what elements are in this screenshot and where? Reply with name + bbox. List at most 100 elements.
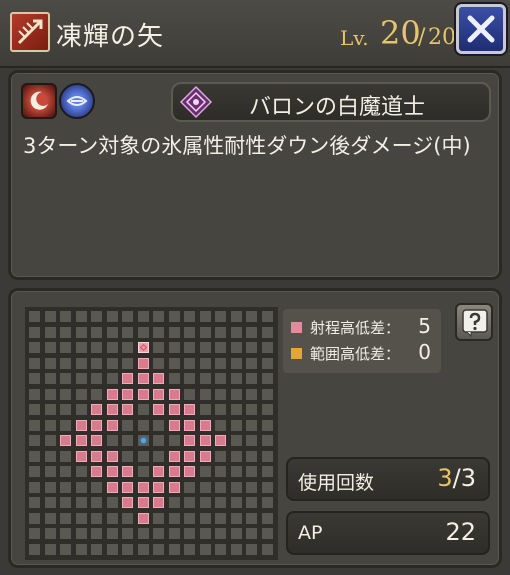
range-tile-hit [153,373,164,384]
legend-value: 0 [418,340,431,364]
range-tile-hit [91,450,102,462]
range-tile [75,326,87,338]
skill-name: 凍輝の矢 [56,22,165,52]
range-tile [106,528,118,539]
range-tile [199,357,211,369]
range-tile [91,497,102,508]
range-tile-hit [168,466,180,477]
range-tile-hit [60,435,71,446]
range-tile [230,450,242,462]
skill-header: 凍輝の矢 Lv. 20 / 20 [0,0,510,68]
range-tile [184,357,195,369]
close-icon [467,15,495,43]
range-tile [44,404,56,415]
range-tile-hit [153,388,164,400]
white-mage-emblem-icon [179,85,213,119]
range-tile [168,326,180,338]
range-tile [215,388,226,400]
range-tile-hit [122,481,133,493]
target-marker [139,343,147,352]
range-tile-hit [106,404,118,415]
range-tile [184,497,195,508]
range-tile [168,543,180,555]
range-tile-hit [168,388,180,400]
range-tile [199,404,211,415]
level-current: 20 [380,14,421,52]
range-tile [91,326,102,338]
range-tile [60,311,71,322]
range-tile [246,497,257,508]
range-tile [106,543,118,555]
range-tile-hit [199,435,211,446]
range-tile [199,342,211,353]
range-tile [137,528,149,539]
range-tile [215,357,226,369]
legend-value: 5 [418,314,431,338]
range-tile [261,512,273,524]
range-tile [246,326,257,338]
range-tile [137,342,149,353]
range-tile [153,512,164,524]
range-tile-hit [122,373,133,384]
range-tile [246,481,257,493]
range-tile [230,311,242,322]
range-tile [230,404,242,415]
range-tile [91,512,102,524]
range-tile [106,342,118,353]
range-tile [246,543,257,555]
range-tile [29,357,40,369]
range-tile [75,311,87,322]
range-tile [246,404,257,415]
range-tile-hit [137,481,149,493]
range-tile [44,373,56,384]
caster-marker [140,438,146,443]
range-tile [29,388,40,400]
range-tile-hit [106,419,118,431]
range-tile [91,342,102,353]
range-tile [106,435,118,446]
range-tile [75,404,87,415]
range-tile [60,404,71,415]
range-tile [246,373,257,384]
range-tile [60,326,71,338]
legend-swatch-range [291,322,302,333]
legend-label: 範囲高低差： [310,345,401,363]
ap-box: AP 22 [286,511,490,555]
range-tile [230,435,242,446]
range-tile [122,450,133,462]
range-tile [168,528,180,539]
range-tile [168,435,180,446]
ap-label: AP [298,522,323,544]
range-tile [91,311,102,322]
close-button[interactable] [456,4,506,54]
range-tile [184,342,195,353]
range-tile [153,543,164,555]
range-tile [75,466,87,477]
range-tile [29,404,40,415]
range-tile-hit [168,404,180,415]
range-tile [261,497,273,508]
range-tile [153,435,164,446]
range-tile-hit [153,481,164,493]
range-tile [153,326,164,338]
range-tile [60,450,71,462]
range-tile [215,528,226,539]
range-tile [44,481,56,493]
help-button[interactable] [455,303,493,341]
range-tile [122,528,133,539]
range-tile [44,326,56,338]
range-tile-hit [91,404,102,415]
range-tile [29,326,40,338]
range-tile [153,528,164,539]
range-tile [122,435,133,446]
range-tile [137,450,149,462]
range-tile [44,435,56,446]
range-tile [261,419,273,431]
range-tile [106,497,118,508]
range-tile [137,435,149,446]
range-tile [246,512,257,524]
range-tile [44,357,56,369]
range-tile [91,543,102,555]
range-tile [230,326,242,338]
range-tile [122,326,133,338]
